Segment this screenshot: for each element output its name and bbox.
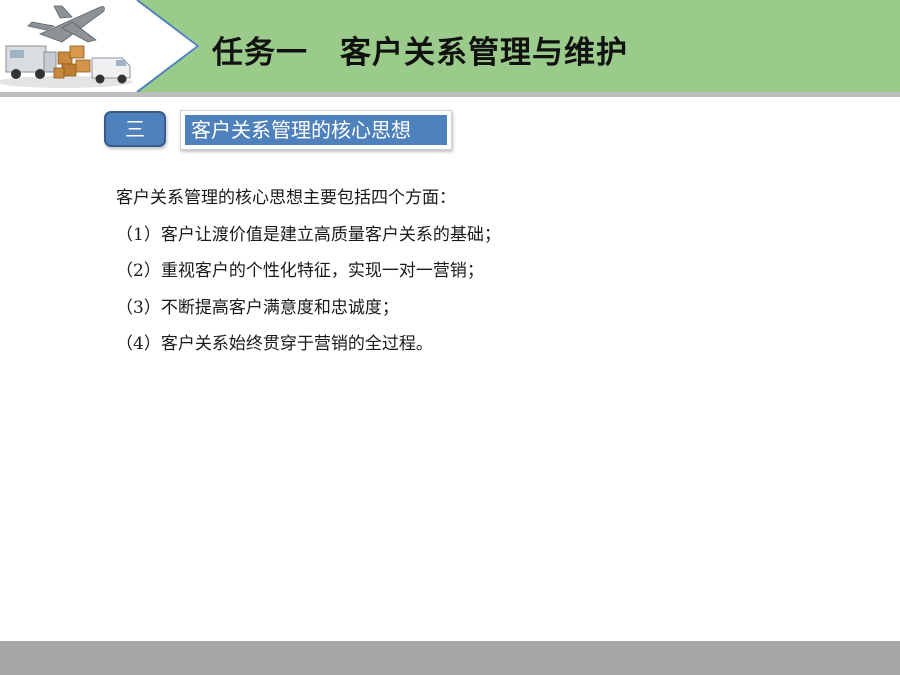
footer-bar	[0, 641, 900, 675]
intro-line: 客户关系管理的核心思想主要包括四个方面：	[116, 188, 456, 208]
point-3-line: （3）不断提高客户满意度和忠诚度；	[116, 297, 399, 318]
logistics-banner-image	[0, 0, 137, 92]
body-text: 客户关系管理的核心思想主要包括四个方面： （1）客户让渡价值是建立高质量客户关系…	[116, 180, 836, 363]
section-title-box: 客户关系管理的核心思想	[180, 110, 452, 150]
header-divider	[0, 92, 900, 97]
point-2-line: （2）重视客户的个性化特征，实现一对一营销；	[116, 261, 484, 281]
page-title: 任务一 客户关系管理与维护	[212, 35, 628, 71]
section-title: 客户关系管理的核心思想	[185, 115, 447, 145]
section-number-badge: 三	[104, 111, 166, 147]
point-4-line: （4）客户关系始终贯穿于营销的全过程。	[116, 334, 433, 354]
point-1-line: （1）客户让渡价值是建立高质量客户关系的基础；	[116, 224, 501, 245]
header-arrow-shape	[134, 0, 200, 92]
